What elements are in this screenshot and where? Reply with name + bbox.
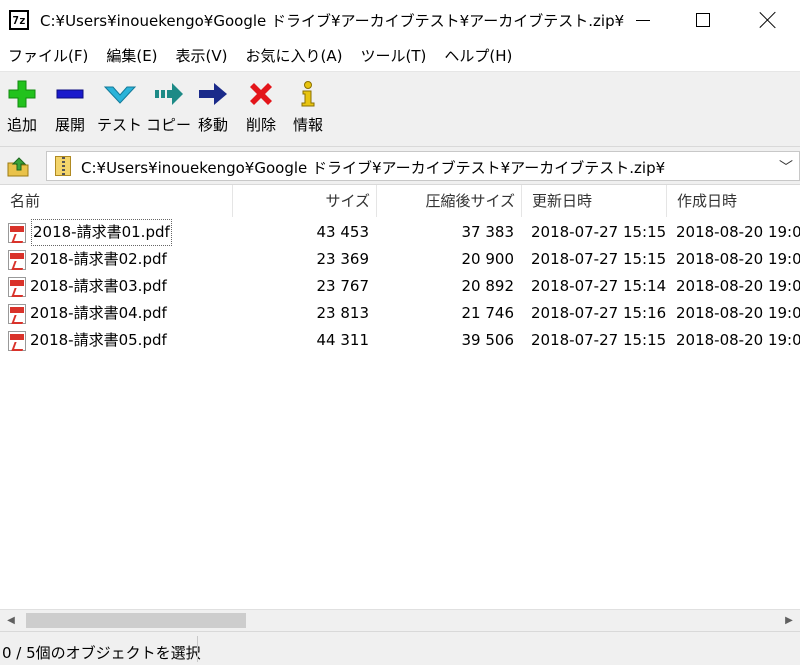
status-divider [197,636,198,662]
horizontal-scrollbar[interactable]: ◀ ▶ [0,609,800,631]
file-row[interactable]: 2018-請求書05.pdf 44 311 39 506 2018-07-27 … [0,327,800,354]
file-created: 2018-08-20 19:05 [676,304,800,322]
folder-up-icon [7,157,29,177]
app-icon-text: 7z [11,12,27,28]
column-header-created[interactable]: 作成日時 [667,185,800,217]
file-created: 2018-08-20 19:05 [676,277,800,295]
file-name: 2018-請求書01.pdf [31,219,172,246]
extract-button[interactable]: 展開 [52,78,88,135]
maximize-button[interactable] [680,0,726,40]
pdf-file-icon [8,277,26,297]
menu-view[interactable]: 表示(V) [167,45,237,66]
delete-label: 削除 [245,116,276,134]
menu-tools[interactable]: ツール(T) [351,45,435,66]
file-size: 23 369 [316,250,370,268]
menu-bar: ファイル(F) 編集(E) 表示(V) お気に入り(A) ツール(T) ヘルプ(… [0,40,800,72]
file-packed-size: 39 506 [461,331,515,349]
file-packed-size: 20 900 [461,250,515,268]
pdf-file-icon [8,304,26,324]
move-label: 移動 [197,116,228,134]
file-size: 23 813 [316,304,370,322]
file-size: 23 767 [316,277,370,295]
extract-label: 展開 [54,116,85,134]
minus-icon [52,78,88,110]
column-header-modified[interactable]: 更新日時 [522,185,667,217]
file-size: 43 453 [316,223,370,241]
menu-favorites[interactable]: お気に入り(A) [237,45,352,66]
plus-icon [4,78,40,110]
file-row[interactable]: 2018-請求書01.pdf 43 453 37 383 2018-07-27 … [0,219,800,246]
copy-button[interactable]: コピー [146,78,191,135]
checkmark-v-icon [102,78,138,110]
file-created: 2018-08-20 19:05 [676,250,800,268]
info-icon [290,78,326,110]
file-created: 2018-08-20 19:05 [676,331,800,349]
status-bar: 0 / 5個のオブジェクトを選択 [0,631,800,665]
scroll-left-arrow-icon[interactable]: ◀ [0,610,22,631]
pdf-file-icon [8,250,26,270]
file-row[interactable]: 2018-請求書02.pdf 23 369 20 900 2018-07-27 … [0,246,800,273]
chevron-down-icon[interactable]: ﹀ [779,157,793,177]
zip-archive-icon [55,156,71,176]
info-label: 情報 [292,116,323,134]
file-packed-size: 20 892 [461,277,515,295]
column-header-packed-size[interactable]: 圧縮後サイズ [377,185,522,217]
menu-edit[interactable]: 編集(E) [97,45,166,66]
add-label: 追加 [6,116,37,134]
file-name: 2018-請求書03.pdf [30,277,167,295]
address-bar: C:¥Users¥inouekengo¥Google ドライブ¥アーカイブテスト… [0,147,800,185]
minimize-button[interactable] [620,0,666,40]
file-modified: 2018-07-27 15:15 [531,250,667,268]
file-modified: 2018-07-27 15:16 [531,304,667,322]
test-label: テスト [97,116,143,134]
file-name: 2018-請求書02.pdf [30,250,167,268]
copy-arrow-icon [151,78,187,110]
menu-help[interactable]: ヘルプ(H) [435,45,521,66]
pdf-file-icon [8,331,26,351]
selection-status: 0 / 5個のオブジェクトを選択 [2,644,201,662]
file-name: 2018-請求書04.pdf [30,304,167,322]
file-name: 2018-請求書05.pdf [30,331,167,349]
file-modified: 2018-07-27 15:15 [531,331,667,349]
menu-file[interactable]: ファイル(F) [0,45,97,66]
file-list: 名前 サイズ 圧縮後サイズ 更新日時 作成日時 2018-請求書01.pdf 4… [0,185,800,609]
copy-label: コピー [146,116,192,134]
address-path[interactable]: C:¥Users¥inouekengo¥Google ドライブ¥アーカイブテスト… [81,157,665,178]
file-packed-size: 21 746 [461,304,515,322]
maximize-icon [696,13,710,27]
delete-button[interactable]: 削除 [243,78,279,135]
file-size: 44 311 [316,331,370,349]
delete-x-icon [243,78,279,110]
scrollbar-thumb[interactable] [26,613,246,628]
close-button[interactable] [745,0,791,40]
move-arrow-icon [195,78,231,110]
list-header: 名前 サイズ 圧縮後サイズ 更新日時 作成日時 [0,185,800,217]
file-packed-size: 37 383 [461,223,515,241]
file-row[interactable]: 2018-請求書03.pdf 23 767 20 892 2018-07-27 … [0,273,800,300]
test-button[interactable]: テスト [97,78,142,135]
address-field[interactable]: C:¥Users¥inouekengo¥Google ドライブ¥アーカイブテスト… [46,151,800,181]
file-created: 2018-08-20 19:05 [676,223,800,241]
title-bar: 7z C:¥Users¥inouekengo¥Google ドライブ¥アーカイブ… [0,0,800,40]
window-title: C:¥Users¥inouekengo¥Google ドライブ¥アーカイブテスト… [40,12,625,30]
up-folder-button[interactable] [4,153,32,179]
7zip-app-icon[interactable]: 7z [9,10,29,30]
info-button[interactable]: 情報 [290,78,326,135]
file-modified: 2018-07-27 15:14 [531,277,667,295]
column-header-name[interactable]: 名前 [0,185,233,217]
close-icon [759,11,777,29]
file-row[interactable]: 2018-請求書04.pdf 23 813 21 746 2018-07-27 … [0,300,800,327]
minimize-icon [636,19,650,21]
toolbar: 追加 展開 テスト コピー 移動 削除 情報 [0,72,800,147]
pdf-file-icon [8,223,26,243]
file-modified: 2018-07-27 15:15 [531,223,667,241]
scroll-right-arrow-icon[interactable]: ▶ [778,610,800,631]
column-header-size[interactable]: サイズ [233,185,377,217]
move-button[interactable]: 移動 [195,78,231,135]
add-button[interactable]: 追加 [4,78,40,135]
